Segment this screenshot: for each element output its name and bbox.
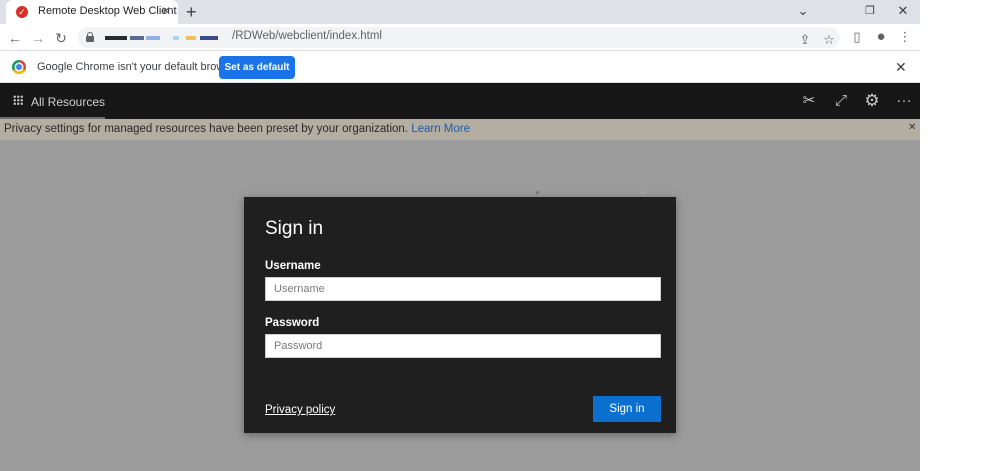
password-label: Password bbox=[265, 317, 320, 329]
nav-all-resources[interactable]: All Resources bbox=[0, 83, 105, 119]
infobar-close-icon[interactable]: ✕ bbox=[895, 59, 907, 76]
grid-icon bbox=[13, 95, 23, 105]
password-input[interactable] bbox=[265, 334, 661, 358]
pin-icon[interactable]: ✂ bbox=[799, 91, 819, 111]
signin-button[interactable]: Sign in bbox=[593, 396, 661, 422]
signin-title: Sign in bbox=[265, 218, 324, 239]
background-artifact bbox=[536, 191, 539, 194]
privacy-banner-close-icon[interactable]: ✕ bbox=[908, 122, 916, 133]
tab-close-icon[interactable]: ✕ bbox=[161, 4, 171, 18]
bookmark-star-icon[interactable]: ☆ bbox=[820, 31, 838, 49]
restore-window-button[interactable]: ❐ bbox=[853, 0, 887, 24]
username-input[interactable] bbox=[265, 277, 661, 301]
default-browser-infobar: Google Chrome isn't your default browser… bbox=[0, 52, 920, 83]
tab-title: Remote Desktop Web Client bbox=[38, 5, 177, 17]
profile-avatar-icon[interactable]: ● bbox=[872, 28, 890, 46]
browser-window: ✓ Remote Desktop Web Client ✕ + ⌄ ❐ ✕ ← … bbox=[0, 0, 920, 471]
side-panel-icon[interactable]: ▯ bbox=[848, 28, 866, 46]
close-window-button[interactable]: ✕ bbox=[886, 0, 920, 24]
redacted-host-part bbox=[186, 36, 196, 40]
tab-remote-desktop[interactable]: ✓ Remote Desktop Web Client ✕ bbox=[6, 0, 178, 24]
background-artifact bbox=[641, 191, 644, 194]
new-tab-button[interactable]: + bbox=[186, 1, 197, 23]
redacted-host-part bbox=[105, 36, 127, 40]
all-resources-label: All Resources bbox=[31, 95, 106, 109]
privacy-banner-message: Privacy settings for managed resources h… bbox=[4, 123, 408, 135]
redacted-host-part bbox=[173, 36, 179, 40]
privacy-banner: Privacy settings for managed resources h… bbox=[0, 119, 920, 140]
back-button[interactable]: ← bbox=[5, 28, 25, 48]
chrome-menu-icon[interactable]: ⋮ bbox=[896, 28, 914, 46]
signin-dialog: Sign in Username Password Privacy policy… bbox=[244, 197, 676, 433]
app-header: All Resources ✂ ⤢ ⚙ ··· bbox=[0, 83, 920, 119]
more-options-icon[interactable]: ··· bbox=[894, 91, 914, 111]
tab-search-icon[interactable]: ⌄ bbox=[786, 0, 820, 24]
set-as-default-button[interactable]: Set as default bbox=[219, 56, 295, 79]
redacted-host-part bbox=[146, 36, 160, 40]
reload-button[interactable]: ↻ bbox=[51, 28, 71, 48]
rd-favicon-icon: ✓ bbox=[16, 6, 28, 18]
username-label: Username bbox=[265, 260, 321, 272]
privacy-banner-text: Privacy settings for managed resources h… bbox=[4, 123, 470, 135]
url-text: /RDWeb/webclient/index.html bbox=[232, 30, 382, 42]
settings-gear-icon[interactable]: ⚙ bbox=[862, 91, 882, 111]
browser-toolbar: ← → ↻ /RDWeb/webclient/index.html ⇪ ☆ ▯ … bbox=[0, 24, 920, 51]
privacy-policy-link[interactable]: Privacy policy bbox=[265, 404, 335, 416]
infobar-message: Google Chrome isn't your default browser bbox=[37, 61, 240, 73]
tab-strip: ✓ Remote Desktop Web Client ✕ + ⌄ ❐ ✕ bbox=[0, 0, 920, 24]
redacted-host-part bbox=[130, 36, 144, 40]
chrome-logo-icon bbox=[12, 60, 26, 74]
forward-button[interactable]: → bbox=[28, 28, 48, 48]
fullscreen-icon[interactable]: ⤢ bbox=[831, 91, 851, 111]
learn-more-link[interactable]: Learn More bbox=[411, 123, 470, 135]
lock-icon bbox=[86, 32, 94, 42]
share-icon[interactable]: ⇪ bbox=[796, 31, 814, 49]
redacted-host-part bbox=[200, 36, 218, 40]
address-bar[interactable]: /RDWeb/webclient/index.html ⇪ ☆ bbox=[78, 27, 840, 48]
